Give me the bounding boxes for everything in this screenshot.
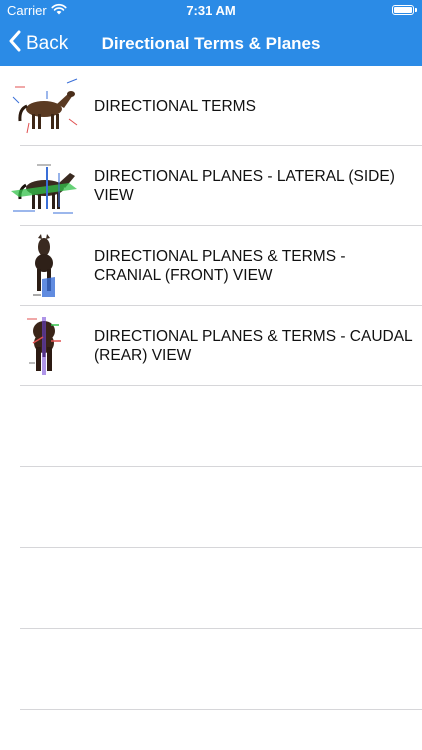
empty-row: [0, 548, 422, 629]
horse-front-view-image: [7, 233, 81, 299]
list-item-label: DIRECTIONAL PLANES & TERMS - CRANIAL (FR…: [94, 248, 346, 284]
horse-side-planes-image: [7, 153, 81, 219]
empty-row: [0, 386, 422, 467]
list-item-lateral-view[interactable]: DIRECTIONAL PLANES - LATERAL (SIDE) VIEW: [0, 146, 422, 226]
horse-side-terms-image: [7, 73, 81, 139]
horse-rear-view-image: [7, 313, 81, 379]
list-item-directional-terms[interactable]: DIRECTIONAL TERMS: [0, 66, 422, 146]
list-item-label: DIRECTIONAL PLANES - LATERAL (SIDE) VIEW: [94, 168, 395, 204]
list-item-caudal-view[interactable]: DIRECTIONAL PLANES & TERMS - CAUDAL (REA…: [0, 306, 422, 386]
empty-row: [0, 629, 422, 710]
list-item-label: DIRECTIONAL PLANES & TERMS - CAUDAL (REA…: [94, 328, 413, 364]
list-item-cranial-view[interactable]: DIRECTIONAL PLANES & TERMS - CRANIAL (FR…: [0, 226, 422, 306]
topic-list: DIRECTIONAL TERMS DIRECTIONAL PLANES - L…: [0, 66, 422, 710]
empty-row: [0, 467, 422, 548]
status-bar: Carrier 7:31 AM: [0, 0, 422, 22]
status-time: 7:31 AM: [186, 3, 236, 18]
battery-icon: [392, 5, 417, 15]
list-item-label: DIRECTIONAL TERMS: [94, 97, 256, 115]
navigation-bar: Back Directional Terms & Planes: [0, 22, 422, 66]
page-title: Directional Terms & Planes: [101, 34, 321, 53]
